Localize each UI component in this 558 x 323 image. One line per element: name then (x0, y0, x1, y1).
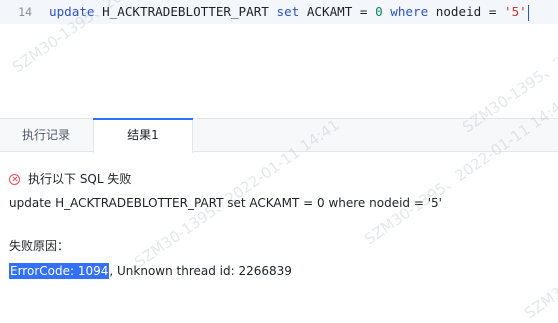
status-row: 执行以下 SQL 失败 (9, 171, 131, 187)
code-token: 0 (375, 4, 383, 19)
error-message: ErrorCode: 1094, Unknown thread id: 2266… (9, 263, 292, 279)
error-circle-icon (9, 173, 20, 185)
error-code-selected[interactable]: ErrorCode: 1094 (9, 263, 110, 279)
code-token: H_ACKTRADEBLOTTER_PART (94, 4, 277, 19)
code-token: ACKAMT = (299, 4, 376, 19)
code-token: set (276, 4, 300, 19)
code-token: update (49, 4, 95, 19)
code-token: where (390, 4, 429, 19)
text-cursor (527, 4, 529, 21)
sql-code[interactable]: update H_ACKTRADEBLOTTER_PART set ACKAMT… (49, 0, 529, 24)
result-panel: 执行以下 SQL 失败 update H_ACKTRADEBLOTTER_PAR… (0, 152, 558, 311)
line-number: 14 (18, 5, 32, 19)
sql-editor[interactable]: 14 update H_ACKTRADEBLOTTER_PART set ACK… (0, 0, 558, 118)
status-text: 执行以下 SQL 失败 (28, 172, 132, 186)
failure-reason-label: 失败原因： (9, 239, 70, 253)
tab-execution-history[interactable]: 执行记录 (0, 119, 92, 152)
error-detail: , Unknown thread id: 2266839 (109, 264, 292, 278)
code-line[interactable]: 14 update H_ACKTRADEBLOTTER_PART set ACK… (0, 0, 558, 24)
code-token: nodeid = (428, 4, 504, 19)
result-tabbar: 执行记录 结果1 (0, 118, 558, 153)
failed-sql-text: update H_ACKTRADEBLOTTER_PART set ACKAMT… (9, 196, 442, 210)
code-token: '5' (504, 4, 527, 19)
tab-result-1[interactable]: 结果1 (93, 118, 193, 153)
